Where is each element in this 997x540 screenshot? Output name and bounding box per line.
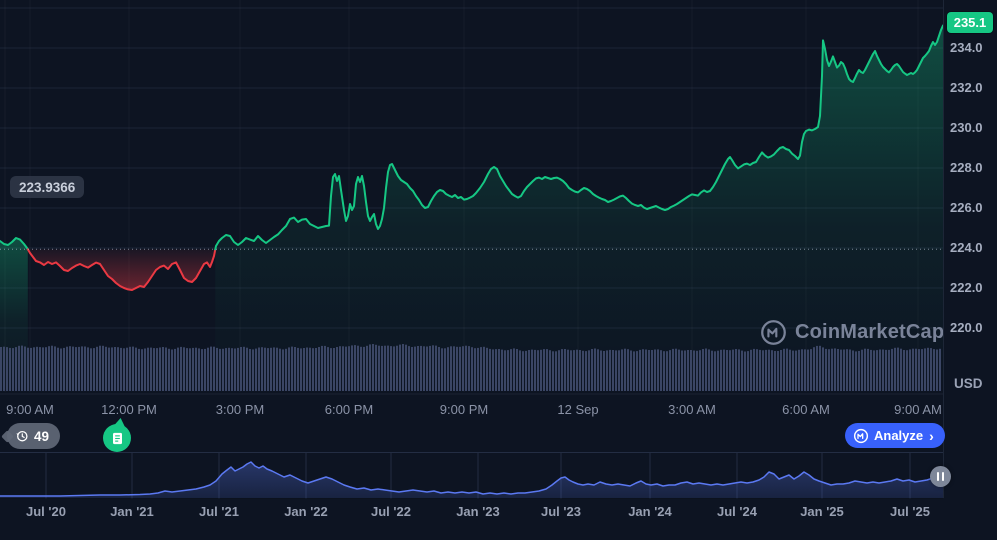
news-event-marker[interactable]: [103, 424, 131, 452]
price-axis-tick: 234.0: [950, 40, 983, 55]
time-axis-tick: 12:00 PM: [101, 402, 157, 417]
timeline-tick: Jul '21: [199, 504, 239, 519]
timeline-tick: Jul '23: [541, 504, 581, 519]
coinmarketcap-watermark: CoinMarketCap: [760, 319, 944, 346]
timeline-tick: Jan '21: [110, 504, 154, 519]
navigator-drag-handle[interactable]: [930, 466, 951, 487]
price-chart-screen: CoinMarketCap 223.9366 235.1 234.0 232.0 2…: [0, 0, 997, 540]
history-clock-icon: [16, 430, 28, 442]
last-price-badge: 235.1: [947, 12, 993, 33]
price-axis-tick: 222.0: [950, 280, 983, 295]
price-axis-tick: 226.0: [950, 200, 983, 215]
time-axis-tick: 9:00 AM: [894, 402, 942, 417]
timeline-tick: Jul '25: [890, 504, 930, 519]
timeline-tick: Jan '22: [284, 504, 328, 519]
timeline-axis: Jul '20 Jan '21 Jul '21 Jan '22 Jul '22 Jan '…: [0, 504, 997, 524]
document-icon: [112, 432, 122, 444]
coinmarketcap-logo-icon: [853, 428, 869, 443]
time-axis-tick: 12 Sep: [557, 402, 599, 417]
timeline-tick: Jul '22: [371, 504, 411, 519]
timeline-tick: Jul '24: [717, 504, 757, 519]
price-axis-tick: 224.0: [950, 240, 983, 255]
time-axis: 9:00 AM 12:00 PM 3:00 PM 6:00 PM 9:00 PM 12 S…: [0, 402, 943, 422]
time-axis-tick: 6:00 PM: [324, 402, 374, 417]
history-count: 49: [34, 428, 50, 444]
price-axis-tick: 228.0: [950, 160, 983, 175]
price-axis-tick: 230.0: [950, 120, 983, 135]
time-axis-tick: 3:00 PM: [215, 402, 265, 417]
timeline-tick: Jan '25: [800, 504, 844, 519]
history-badge[interactable]: 49: [7, 423, 61, 449]
price-axis-tick: 232.0: [950, 80, 983, 95]
chevron-right-icon: ›: [929, 427, 934, 444]
time-axis-tick: 9:00 AM: [6, 402, 54, 417]
time-axis-tick: 6:00 AM: [782, 402, 830, 417]
price-axis[interactable]: 235.1 234.0 232.0 230.0 228.0 226.0 224.0 222.…: [943, 0, 997, 498]
coinmarketcap-logo-icon: [761, 320, 786, 345]
timeline-tick: Jul '20: [26, 504, 66, 519]
analyze-button[interactable]: Analyze ›: [845, 423, 945, 448]
timeline-tick: Jan '23: [456, 504, 500, 519]
timeline-tick: Jan '24: [628, 504, 672, 519]
currency-label: USD: [954, 376, 983, 391]
pause-handle-icon: [937, 472, 940, 481]
range-navigator[interactable]: [0, 452, 943, 499]
pause-handle-icon: [941, 472, 944, 481]
time-axis-tick: 3:00 AM: [668, 402, 716, 417]
price-axis-tick: 220.0: [950, 320, 983, 335]
watermark-text: CoinMarketCap: [795, 321, 945, 343]
open-price-label: 223.9366: [10, 176, 85, 198]
analyze-label: Analyze: [874, 428, 924, 443]
time-axis-tick: 9:00 PM: [439, 402, 489, 417]
